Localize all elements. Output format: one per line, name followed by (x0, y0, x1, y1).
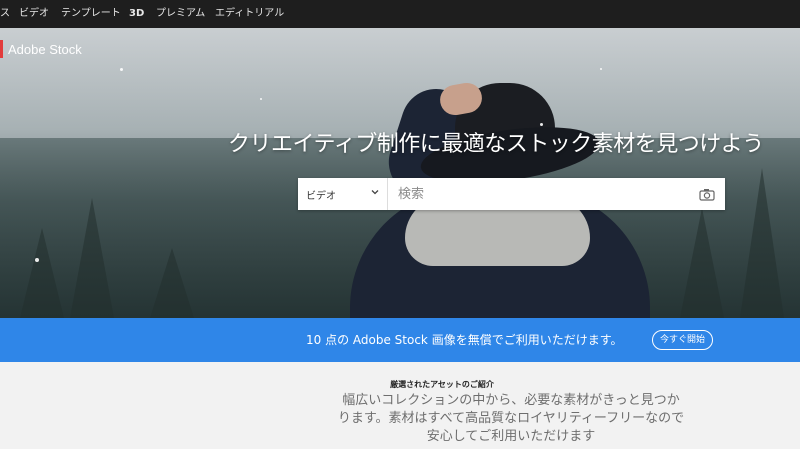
featured-description: 幅広いコレクションの中から、必要な素材がきっと見つかります。素材はすべて高品質な… (337, 393, 685, 444)
tree-shape (20, 228, 64, 318)
tree-shape (740, 168, 784, 318)
snowflake (260, 98, 262, 100)
top-nav: ス ビデオ テンプレート 3D プレミアム エディトリアル (0, 0, 800, 28)
search-bar: ビデオ (298, 178, 725, 210)
start-now-button[interactable]: 今すぐ開始 (652, 330, 714, 350)
logo-text: Adobe Stock (8, 41, 82, 57)
logo-mark (0, 40, 3, 58)
camera-icon[interactable] (689, 178, 725, 210)
snowflake (120, 68, 123, 71)
nav-item-video[interactable]: ビデオ (19, 0, 49, 28)
tree-shape (680, 208, 724, 318)
search-type-dropdown[interactable]: ビデオ (298, 178, 388, 210)
hero-banner: Adobe Stock クリエイティブ制作に最適なストック素材を見つけよう ビデ… (0, 28, 800, 318)
adobe-stock-logo[interactable]: Adobe Stock (0, 40, 82, 58)
chevron-down-icon (371, 188, 379, 199)
snowflake (600, 68, 602, 70)
snowflake (35, 258, 39, 262)
hero-headline: クリエイティブ制作に最適なストック素材を見つけよう (228, 132, 764, 157)
tree-shape (70, 198, 114, 318)
nav-item-premium[interactable]: プレミアム (156, 0, 205, 28)
promo-message: 10 点の Adobe Stock 画像を無償でご利用いただけます。 (306, 333, 623, 347)
nav-item-3d[interactable]: 3D (129, 0, 144, 28)
tree-shape (150, 248, 194, 318)
featured-heading: 厳選されたアセットのご紹介 (390, 380, 494, 389)
featured-section: 厳選されたアセットのご紹介 幅広いコレクションの中から、必要な素材がきっと見つか… (0, 362, 800, 449)
promo-banner: 10 点の Adobe Stock 画像を無償でご利用いただけます。 今すぐ開始 (0, 318, 800, 362)
search-input[interactable] (388, 178, 689, 210)
nav-item-editorial[interactable]: エディトリアル (215, 0, 284, 28)
nav-item-templates[interactable]: テンプレート (61, 0, 121, 28)
search-type-label: ビデオ (306, 190, 336, 202)
nav-item-partial[interactable]: ス (0, 0, 10, 28)
